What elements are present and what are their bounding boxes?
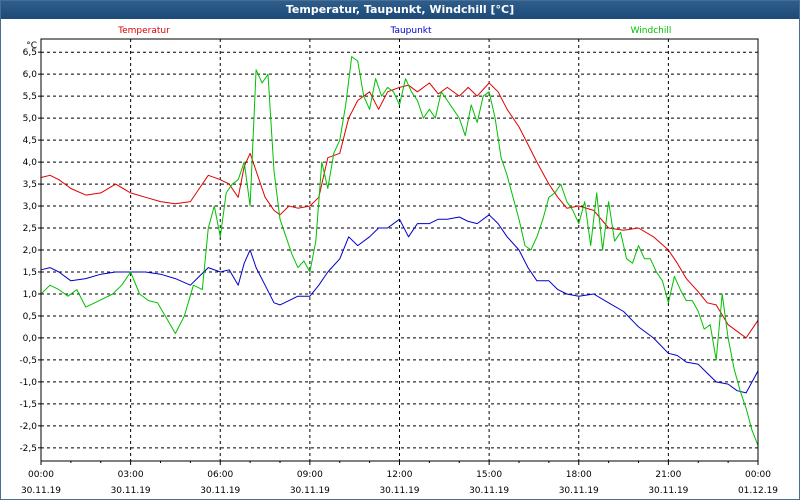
y-tick-label: 1,0 [23,290,38,300]
y-tick-label: -1,0 [19,378,37,388]
y-axis: 6,56,05,55,04,54,03,53,02,52,01,51,00,50… [19,41,41,454]
x-tick-time: 06:00 [207,470,233,480]
x-tick-date: 30.11.19 [559,486,599,496]
y-tick-label: -0,5 [19,356,37,366]
x-tick-time: 09:00 [297,470,323,480]
x-tick-date: 30.11.19 [648,486,688,496]
x-tick-date: 30.11.19 [200,486,240,496]
y-tick-label: 1,5 [23,268,37,278]
y-tick-label: 3,0 [23,202,38,212]
y-tick-label: -2,5 [19,444,37,454]
legend-label-taupunkt: Taupunkt [389,26,432,36]
x-tick-time: 00:00 [745,470,771,480]
legend-label-windchill: Windchill [631,26,672,36]
chart-window: Temperatur, Taupunkt, Windchill [°C] 6,5… [0,0,800,500]
x-tick-date: 01.12.19 [738,486,778,496]
window-title: Temperatur, Taupunkt, Windchill [°C] [1,1,799,19]
y-tick-label: 3,5 [23,180,37,190]
x-tick-date: 30.11.19 [469,486,509,496]
x-tick-date: 30.11.19 [379,486,419,496]
y-tick-label: 0,0 [23,334,38,344]
y-tick-label: 4,0 [23,158,38,168]
x-axis: 00:00 30.11.19 03:00 30.11.19 06:00 30.11.19 0… [21,461,778,496]
y-tick-label: 6,0 [23,70,38,80]
y-tick-label: 5,5 [23,92,37,102]
y-tick-label: 4,5 [23,136,37,146]
x-tick-time: 12:00 [387,470,413,480]
legend-label-temperatur: Temperatur [117,26,170,36]
x-tick-date: 30.11.19 [290,486,330,496]
x-tick-time: 00:00 [28,470,54,480]
grid [41,39,758,461]
y-tick-label: 2,5 [23,224,37,234]
x-tick-time: 18:00 [566,470,592,480]
legend: Temperatur Taupunkt Windchill [117,26,671,36]
x-tick-date: 30.11.19 [111,486,151,496]
y-tick-label: -2,0 [19,422,37,432]
x-tick-time: 15:00 [476,470,502,480]
line-chart: 6,56,05,55,04,54,03,53,02,52,01,51,00,50… [19,26,778,496]
y-tick-label: 2,0 [23,246,38,256]
y-tick-label: 5,0 [23,114,38,124]
x-tick-time: 03:00 [118,470,144,480]
x-tick-time: 21:00 [655,470,681,480]
y-tick-label: 0,5 [23,312,37,322]
x-tick-date: 30.11.19 [21,486,61,496]
y-tick-label: -1,5 [19,400,37,410]
y-axis-unit: °C [26,41,37,51]
